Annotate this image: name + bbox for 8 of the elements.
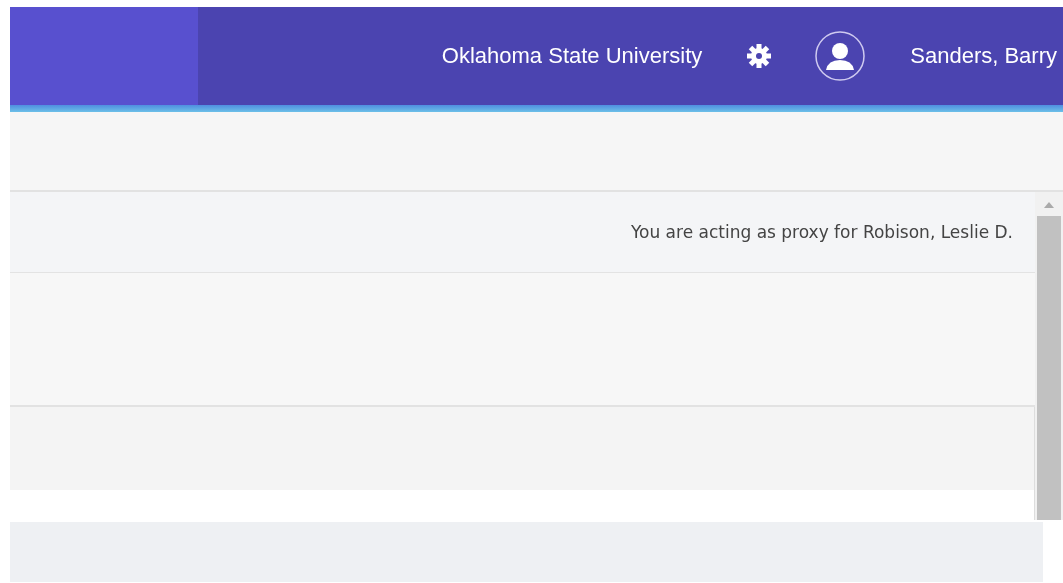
settings-icon[interactable] bbox=[746, 43, 773, 69]
proxy-notice: You are acting as proxy for Robison, Leslie D. bbox=[630, 222, 1013, 242]
user-name-link[interactable]: Sanders, Barry bbox=[910, 43, 1057, 69]
scroll-up-icon[interactable] bbox=[1044, 202, 1054, 208]
institution-name: Oklahoma State University bbox=[441, 43, 703, 69]
scrollbar[interactable] bbox=[1035, 192, 1063, 520]
scrollbar-thumb[interactable] bbox=[1037, 216, 1061, 520]
user-avatar-icon[interactable] bbox=[814, 30, 867, 82]
